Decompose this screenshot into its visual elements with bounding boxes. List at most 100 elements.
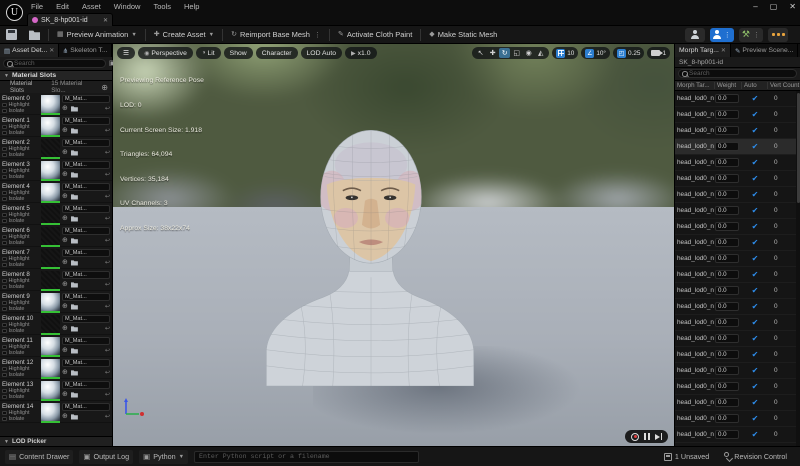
use-selected-asset-icon[interactable]: ⊕ [62, 391, 68, 398]
morph-target-row[interactable]: head_lod0_n 0.0 ✔ 0 [675, 155, 797, 171]
material-combo[interactable]: M_Mat... [62, 183, 110, 191]
auto-checkbox[interactable]: ✔ [742, 94, 768, 103]
material-thumbnail[interactable] [41, 95, 60, 115]
minimize-button[interactable]: – [753, 2, 757, 11]
preview-head-mesh[interactable] [258, 84, 480, 386]
morph-target-row[interactable]: head_lod0_n 0.0 ✔ 0 [675, 283, 797, 299]
add-slot-icon[interactable]: ⊕ [101, 83, 108, 92]
column-auto[interactable]: Auto [742, 82, 768, 89]
morph-weight-input[interactable]: 0.0 [715, 414, 739, 423]
reset-to-default-icon[interactable]: ↩ [105, 326, 110, 332]
material-thumbnail[interactable] [41, 139, 60, 159]
save-button[interactable] [0, 26, 23, 44]
auto-checkbox[interactable]: ✔ [742, 270, 768, 279]
material-combo[interactable]: M_Mat... [62, 293, 110, 301]
lod-auto-button[interactable]: LOD Auto [300, 47, 343, 59]
rotate-tool-icon[interactable]: ↻ [499, 48, 511, 58]
morph-target-row[interactable]: head_lod0_n 0.0 ✔ 0 [675, 315, 797, 331]
tab-close-icon[interactable]: ✕ [721, 47, 726, 54]
reset-to-default-icon[interactable]: ↩ [105, 348, 110, 354]
browse-to-asset-icon[interactable] [70, 150, 78, 156]
browse-to-asset-icon[interactable] [70, 216, 78, 222]
reset-to-default-icon[interactable]: ↩ [105, 150, 110, 156]
material-combo[interactable]: M_Mat... [62, 205, 110, 213]
material-combo[interactable]: M_Mat... [62, 249, 110, 257]
menu-window[interactable]: Window [114, 2, 141, 11]
tab-close-icon[interactable]: ✕ [49, 47, 54, 54]
material-combo[interactable]: M_Mat... [62, 117, 110, 125]
select-tool-icon[interactable]: ↖ [475, 48, 486, 58]
rotation-snap-toggle[interactable]: ∠ 10° [581, 47, 610, 59]
scale-snap-toggle[interactable]: ◰ 0.25 [612, 47, 645, 59]
scale-tool-icon[interactable]: ◱ [511, 48, 522, 58]
unreal-logo-icon[interactable]: U [6, 4, 23, 21]
character-menu-button[interactable]: Character [255, 47, 298, 59]
menu-file[interactable]: File [31, 2, 43, 11]
isolate-checkbox[interactable]: Isolate [2, 218, 39, 224]
morph-target-row[interactable]: head_lod0_n 0.0 ✔ 0 [675, 331, 797, 347]
viewport-options-button[interactable]: ☰ [117, 47, 136, 59]
auto-checkbox[interactable]: ✔ [742, 158, 768, 167]
material-thumbnail[interactable] [41, 117, 60, 137]
use-selected-asset-icon[interactable]: ⊕ [62, 281, 68, 288]
material-thumbnail[interactable] [41, 381, 60, 401]
morph-weight-input[interactable]: 0.0 [715, 382, 739, 391]
use-selected-asset-icon[interactable]: ⊕ [62, 215, 68, 222]
browse-to-asset-icon[interactable] [70, 194, 78, 200]
details-search-input[interactable] [14, 60, 102, 67]
morph-list-scrollbar[interactable] [796, 91, 800, 446]
morph-target-row[interactable]: head_lod0_n 0.0 ✔ 0 [675, 235, 797, 251]
auto-checkbox[interactable]: ✔ [742, 414, 768, 423]
auto-checkbox[interactable]: ✔ [742, 254, 768, 263]
material-combo[interactable]: M_Mat... [62, 337, 110, 345]
reimport-options-icon[interactable]: ⋮ [314, 31, 321, 39]
morph-weight-input[interactable]: 0.0 [715, 350, 739, 359]
auto-checkbox[interactable]: ✔ [742, 302, 768, 311]
material-thumbnail[interactable] [41, 271, 60, 291]
material-thumbnail[interactable] [41, 249, 60, 269]
menu-asset[interactable]: Asset [82, 2, 101, 11]
isolate-checkbox[interactable]: Isolate [2, 284, 39, 290]
auto-checkbox[interactable]: ✔ [742, 206, 768, 215]
morph-weight-input[interactable]: 0.0 [715, 286, 739, 295]
morph-target-row[interactable]: head_lod0_n 0.0 ✔ 0 [675, 123, 797, 139]
auto-checkbox[interactable]: ✔ [742, 222, 768, 231]
morph-target-row[interactable]: head_lod0_n 0.0 ✔ 0 [675, 91, 797, 107]
morph-weight-input[interactable]: 0.0 [715, 254, 739, 263]
reset-to-default-icon[interactable]: ↩ [105, 216, 110, 222]
reset-to-default-icon[interactable]: ↩ [105, 304, 110, 310]
browse-to-asset-icon[interactable] [70, 304, 78, 310]
morph-target-row[interactable]: head_lod0_n 0.0 ✔ 0 [675, 379, 797, 395]
auto-checkbox[interactable]: ✔ [742, 382, 768, 391]
isolate-checkbox[interactable]: Isolate [2, 350, 39, 356]
tools-options-icon[interactable]: ⋮ [753, 31, 760, 39]
menu-edit[interactable]: Edit [56, 2, 69, 11]
reset-to-default-icon[interactable]: ↩ [105, 106, 110, 112]
use-selected-asset-icon[interactable]: ⊕ [62, 171, 68, 178]
reset-to-default-icon[interactable]: ↩ [105, 370, 110, 376]
details-search-box[interactable] [3, 59, 106, 68]
auto-checkbox[interactable]: ✔ [742, 286, 768, 295]
asset-tab[interactable]: SK_8-hp001-id ✕ [27, 13, 113, 26]
auto-checkbox[interactable]: ✔ [742, 238, 768, 247]
auto-checkbox[interactable]: ✔ [742, 318, 768, 327]
reset-to-default-icon[interactable]: ↩ [105, 238, 110, 244]
create-asset-button[interactable]: ✚ Create Asset ▼ [148, 26, 220, 44]
browse-to-asset-icon[interactable] [70, 172, 78, 178]
morph-weight-input[interactable]: 0.0 [715, 366, 739, 375]
unsaved-indicator[interactable]: 1 Unsaved [663, 452, 709, 461]
character-options-icon[interactable]: ⋮ [724, 31, 731, 39]
close-button[interactable]: ✕ [789, 2, 796, 11]
morph-weight-input[interactable]: 0.0 [715, 190, 739, 199]
morph-search-input[interactable] [689, 70, 793, 77]
use-selected-asset-icon[interactable]: ⊕ [62, 105, 68, 112]
activate-cloth-paint-button[interactable]: ✎ Activate Cloth Paint [332, 26, 418, 44]
morph-weight-input[interactable]: 0.0 [715, 318, 739, 327]
isolate-checkbox[interactable]: Isolate [2, 394, 39, 400]
material-thumbnail[interactable] [41, 227, 60, 247]
revision-control-button[interactable]: Revision Control [723, 452, 787, 461]
menu-help[interactable]: Help [184, 2, 199, 11]
auto-checkbox[interactable]: ✔ [742, 174, 768, 183]
grid-snap-toggle[interactable]: 10 [552, 47, 579, 59]
reset-to-default-icon[interactable]: ↩ [105, 194, 110, 200]
